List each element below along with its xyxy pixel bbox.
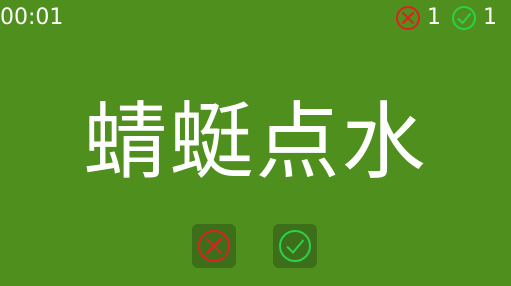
idiom-word: 蜻蜓点水 <box>83 93 428 191</box>
game-screen: 00:01 1 1 蜻蜓点水 <box>0 0 511 286</box>
correct-button[interactable] <box>273 224 317 268</box>
check-circle-icon <box>279 230 311 262</box>
wrong-count: 1 <box>427 5 441 30</box>
correct-count: 1 <box>483 5 497 30</box>
wrong-button[interactable] <box>192 224 236 268</box>
score-bar: 1 1 <box>395 4 497 32</box>
cross-circle-icon <box>395 5 421 31</box>
timer: 00:01 <box>0 5 64 30</box>
cross-circle-icon <box>198 230 230 262</box>
check-circle-icon <box>451 5 477 31</box>
